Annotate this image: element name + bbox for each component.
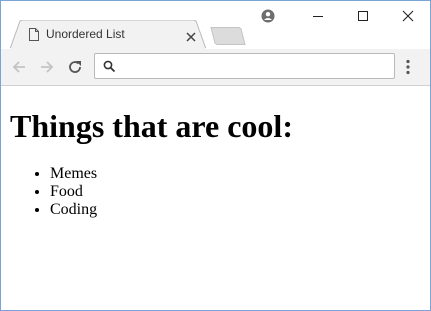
close-icon <box>402 10 414 22</box>
back-arrow-icon[interactable] <box>11 59 27 80</box>
window-close-button[interactable] <box>385 1 430 31</box>
page-content: Things that are cool: Memes Food Coding <box>1 86 430 310</box>
cool-things-list: Memes Food Coding <box>50 165 97 219</box>
page-heading: Things that are cool: <box>10 108 293 144</box>
menu-dots-icon[interactable] <box>406 59 410 80</box>
browser-tab[interactable]: Unordered List <box>10 20 206 49</box>
address-bar[interactable] <box>94 53 395 79</box>
profile-icon[interactable] <box>261 9 275 28</box>
minimize-button[interactable] <box>295 1 341 31</box>
maximize-button[interactable] <box>340 1 386 31</box>
address-input[interactable] <box>121 57 389 75</box>
reload-icon[interactable] <box>67 59 83 80</box>
browser-window: Unordered List Things that are cool: • M… <box>0 0 431 311</box>
browser-toolbar <box>1 49 430 86</box>
tab-close-icon[interactable] <box>186 29 196 47</box>
new-tab-icon[interactable] <box>210 27 246 50</box>
forward-arrow-icon[interactable] <box>39 59 55 80</box>
page-icon <box>29 28 39 46</box>
list-item: Coding <box>50 201 97 219</box>
tab-strip: Unordered List <box>1 1 430 49</box>
search-icon <box>103 60 116 78</box>
tab-title: Unordered List <box>46 27 125 41</box>
list-item: Food <box>50 183 97 201</box>
maximize-icon <box>358 11 368 21</box>
list-item: Memes <box>50 165 97 183</box>
minimize-icon <box>313 16 323 17</box>
